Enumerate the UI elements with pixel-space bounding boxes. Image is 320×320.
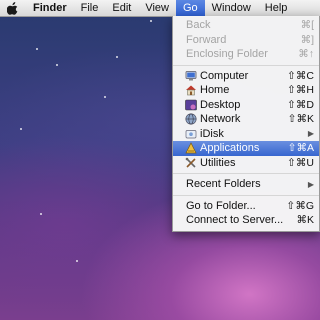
menu-go[interactable]: Go bbox=[175, 0, 205, 16]
star bbox=[116, 56, 118, 58]
applications-icon bbox=[185, 142, 197, 154]
menu-item-label: Applications bbox=[200, 142, 260, 155]
network-icon bbox=[185, 113, 197, 125]
menu-item-shortcut: ⇧⌘K bbox=[287, 113, 314, 126]
computer-icon bbox=[185, 70, 197, 82]
menu-item-shortcut: ⇧⌘H bbox=[287, 84, 314, 97]
menu-item-label: Desktop bbox=[200, 98, 241, 111]
menu-item-shortcut: ⌘[ bbox=[300, 19, 314, 32]
menu-item-applications[interactable]: Applications ⇧⌘A bbox=[173, 141, 319, 156]
menu-item-back[interactable]: Back ⌘[ bbox=[173, 18, 319, 33]
star bbox=[150, 20, 152, 22]
menu-item-shortcut: ⇧⌘U bbox=[287, 156, 314, 169]
menu-item-enclosing-folder[interactable]: Enclosing Folder ⌘↑ bbox=[173, 47, 319, 62]
menu-item-shortcut: ⇧⌘C bbox=[287, 69, 314, 82]
menu-view[interactable]: View bbox=[138, 0, 176, 16]
submenu-arrow-icon: ▶ bbox=[307, 179, 314, 189]
menu-item-shortcut: ⇧⌘D bbox=[287, 98, 314, 111]
menu-item-shortcut: ⇧⌘G bbox=[286, 199, 314, 212]
menu-bar: Finder File Edit View Go Window Help bbox=[0, 0, 320, 17]
menu-item-label: Enclosing Folder bbox=[186, 48, 268, 61]
idisk-icon bbox=[185, 128, 197, 140]
menu-help[interactable]: Help bbox=[258, 0, 295, 16]
desktop-icon bbox=[185, 99, 197, 111]
menu-item-desktop[interactable]: Desktop ⇧⌘D bbox=[173, 98, 319, 113]
menu-item-label: Back bbox=[186, 19, 211, 32]
menu-item-shortcut: ⇧⌘A bbox=[287, 142, 314, 155]
menu-item-shortcut: ⌘↑ bbox=[298, 48, 314, 61]
menu-file[interactable]: File bbox=[74, 0, 106, 16]
menu-item-label: Computer bbox=[200, 69, 249, 82]
menu-item-forward[interactable]: Forward ⌘] bbox=[173, 33, 319, 48]
star bbox=[76, 260, 78, 262]
menu-item-label: Forward bbox=[186, 33, 227, 46]
menu-item-shortcut: ⌘] bbox=[300, 33, 314, 46]
menu-item-label: Home bbox=[200, 84, 230, 97]
star bbox=[104, 96, 106, 98]
menu-item-label: iDisk bbox=[200, 127, 224, 140]
apple-icon bbox=[7, 1, 18, 15]
star bbox=[56, 64, 58, 66]
menu-item-connect-to-server[interactable]: Connect to Server... ⌘K bbox=[173, 213, 319, 228]
menu-item-computer[interactable]: Computer ⇧⌘C bbox=[173, 69, 319, 84]
home-icon bbox=[185, 84, 197, 96]
menu-item-go-to-folder[interactable]: Go to Folder... ⇧⌘G bbox=[173, 199, 319, 214]
menu-window[interactable]: Window bbox=[205, 0, 258, 16]
menu-item-recent-folders[interactable]: Recent Folders ▶ bbox=[173, 177, 319, 192]
star bbox=[40, 213, 42, 215]
menu-item-home[interactable]: Home ⇧⌘H bbox=[173, 83, 319, 98]
menu-item-label: Go to Folder... bbox=[186, 199, 256, 212]
menu-item-utilities[interactable]: Utilities ⇧⌘U bbox=[173, 156, 319, 171]
menu-item-label: Connect to Server... bbox=[186, 214, 284, 227]
utilities-icon bbox=[185, 157, 197, 169]
menu-separator bbox=[173, 173, 319, 174]
menu-item-label: Utilities bbox=[200, 156, 236, 169]
go-menu-dropdown: Back ⌘[ Forward ⌘] Enclosing Folder ⌘↑ C… bbox=[172, 16, 320, 232]
apple-menu-button[interactable] bbox=[0, 0, 26, 16]
menu-item-label: Recent Folders bbox=[186, 178, 261, 191]
menu-separator bbox=[173, 64, 319, 66]
menu-finder[interactable]: Finder bbox=[26, 0, 74, 16]
menu-item-label: Network bbox=[200, 113, 241, 126]
menu-item-network[interactable]: Network ⇧⌘K bbox=[173, 112, 319, 127]
submenu-arrow-icon: ▶ bbox=[307, 129, 314, 139]
menu-item-shortcut: ⌘K bbox=[296, 214, 314, 227]
star bbox=[20, 128, 22, 130]
star bbox=[36, 48, 38, 50]
menu-separator bbox=[173, 194, 319, 196]
menu-item-idisk[interactable]: iDisk ▶ bbox=[173, 127, 319, 142]
menu-edit[interactable]: Edit bbox=[105, 0, 138, 16]
